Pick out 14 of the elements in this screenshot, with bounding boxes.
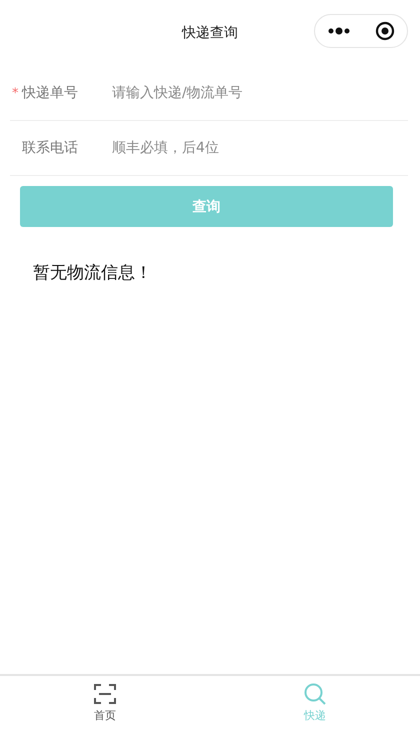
more-icon[interactable] (327, 27, 351, 35)
tab-item[interactable]: 快递 (210, 676, 420, 729)
tab-item[interactable]: 首页 (0, 676, 210, 729)
empty-message: 暂无物流信息！ (33, 262, 153, 284)
query-button[interactable]: 查询 (20, 186, 393, 227)
capsule-menu[interactable] (314, 14, 408, 48)
field-label: 联系电话 (22, 139, 78, 157)
input-field[interactable]: 请输入快递/物流单号 (112, 78, 408, 108)
input-field[interactable]: 顺丰必填，后4位 (112, 133, 408, 163)
search-icon (303, 682, 327, 706)
required-mark: * (12, 86, 20, 100)
scan-icon (93, 682, 117, 706)
field-label: 快递单号 (22, 84, 78, 102)
page-title: 快递查询 (182, 24, 238, 42)
